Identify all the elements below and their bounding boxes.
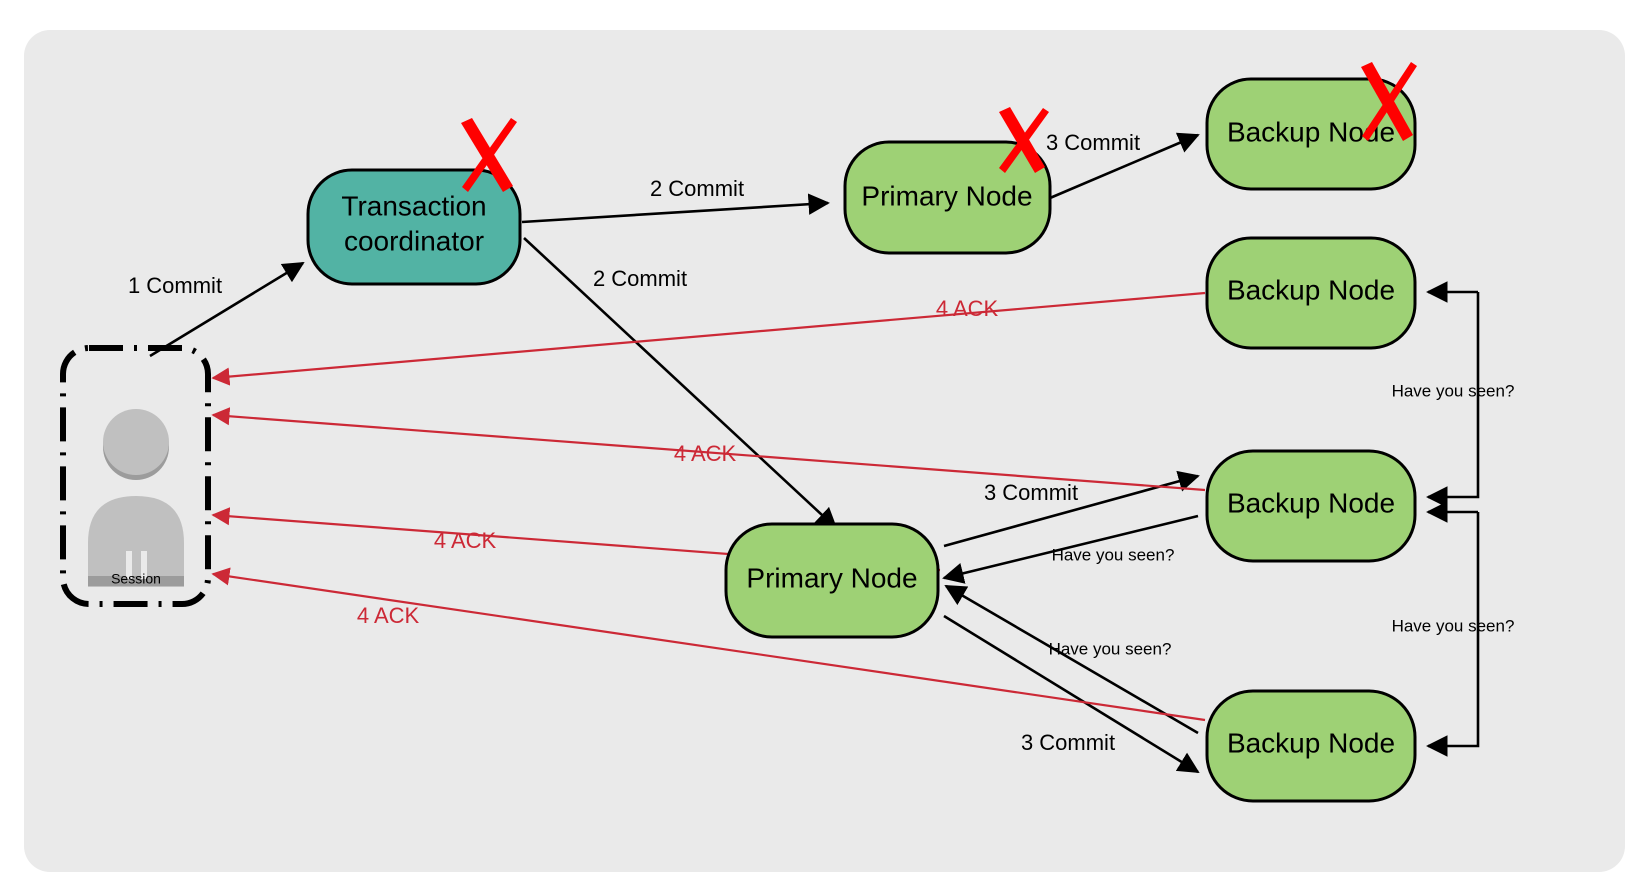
backup-3-label: Backup Node [1227, 487, 1395, 518]
diagram-root: Session Transaction coordinator Primary … [0, 0, 1647, 896]
label-ack-4: 4 ACK [357, 603, 420, 628]
label-have-you-seen-3: Have you seen? [1392, 381, 1515, 400]
primary-mid-label: Primary Node [746, 562, 917, 593]
backup-node-1[interactable]: Backup Node [1205, 62, 1417, 191]
label-commit-3-top: 3 Commit [1046, 130, 1140, 155]
label-ack-3: 4 ACK [434, 528, 497, 553]
primary-node-mid[interactable]: Primary Node [724, 522, 940, 639]
label-commit-2-bottom: 2 Commit [593, 266, 687, 291]
label-have-you-seen-2: Have you seen? [1049, 639, 1172, 658]
backup-2-label: Backup Node [1227, 274, 1395, 305]
coordinator-label-line2: coordinator [344, 225, 484, 256]
label-commit-2-top: 2 Commit [650, 176, 744, 201]
label-commit-3-mid: 3 Commit [984, 480, 1078, 505]
primary-top-label: Primary Node [861, 180, 1032, 211]
backup-node-4[interactable]: Backup Node [1205, 689, 1417, 803]
coordinator-label-line1: Transaction [341, 190, 486, 221]
backup-node-3[interactable]: Backup Node [1205, 449, 1417, 563]
actor-head-icon [103, 409, 169, 475]
diagram-canvas: Session Transaction coordinator Primary … [24, 30, 1625, 872]
label-ack-1: 4 ACK [936, 296, 999, 321]
label-have-you-seen-4: Have you seen? [1392, 616, 1515, 635]
label-commit-3-bottom: 3 Commit [1021, 730, 1115, 755]
backup-4-label: Backup Node [1227, 727, 1395, 758]
session-label: Session [111, 571, 161, 587]
label-ack-2: 4 ACK [674, 441, 737, 466]
label-commit-1: 1 Commit [128, 273, 222, 298]
backup-node-2[interactable]: Backup Node [1205, 236, 1417, 350]
label-have-you-seen-1: Have you seen? [1052, 545, 1175, 564]
